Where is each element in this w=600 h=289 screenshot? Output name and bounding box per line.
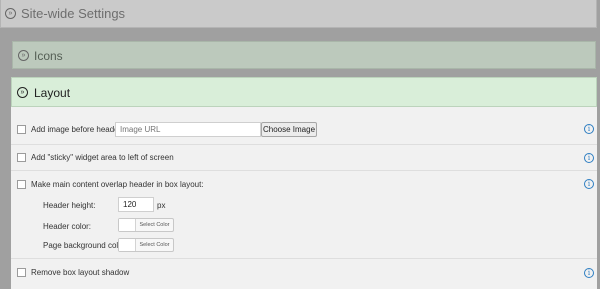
box-shadow-label: Remove box layout shadow bbox=[31, 268, 130, 277]
sticky-widget-checkbox[interactable] bbox=[17, 153, 26, 162]
header-color-picker[interactable]: Select Color bbox=[118, 218, 174, 232]
select-color-button[interactable]: Select Color bbox=[136, 239, 173, 251]
expand-arrow-icon: » bbox=[17, 87, 28, 98]
overlap-header-row: Make main content overlap header in box … bbox=[11, 171, 597, 259]
header-height-input[interactable] bbox=[118, 197, 154, 212]
header-color-label: Header color: bbox=[43, 222, 92, 231]
sticky-widget-label: Add "sticky" widget area to left of scre… bbox=[31, 153, 174, 162]
page-bg-color-label: Page background color: bbox=[43, 241, 128, 250]
image-before-header-checkbox[interactable] bbox=[17, 125, 26, 134]
color-swatch bbox=[119, 219, 136, 231]
image-url-input[interactable] bbox=[115, 122, 261, 137]
layout-section-header[interactable]: » Layout bbox=[11, 77, 597, 107]
header-height-label: Header height: bbox=[43, 201, 96, 210]
info-icon[interactable]: i bbox=[584, 153, 594, 163]
icons-section-header[interactable]: » Icons bbox=[12, 41, 596, 69]
header-height-unit: px bbox=[157, 201, 166, 210]
overlap-header-checkbox[interactable] bbox=[17, 180, 26, 189]
overlap-header-label: Make main content overlap header in box … bbox=[31, 180, 204, 189]
info-icon[interactable]: i bbox=[584, 268, 594, 278]
collapse-arrow-icon: » bbox=[18, 50, 29, 61]
layout-panel: » Layout Add image before header: Choose… bbox=[11, 77, 597, 289]
color-swatch bbox=[119, 239, 136, 251]
box-shadow-row: Remove box layout shadow i bbox=[11, 259, 597, 285]
select-color-button[interactable]: Select Color bbox=[136, 219, 173, 231]
image-before-header-row: Add image before header: Choose Image i bbox=[11, 115, 597, 145]
page-bg-color-picker[interactable]: Select Color bbox=[118, 238, 174, 252]
choose-image-button[interactable]: Choose Image bbox=[261, 122, 317, 137]
site-wide-settings-header[interactable]: » Site-wide Settings bbox=[0, 0, 597, 28]
info-icon[interactable]: i bbox=[584, 179, 594, 189]
collapse-arrow-icon: » bbox=[5, 8, 16, 19]
box-shadow-checkbox[interactable] bbox=[17, 268, 26, 277]
section-title: Site-wide Settings bbox=[21, 6, 126, 21]
sticky-widget-row: Add "sticky" widget area to left of scre… bbox=[11, 145, 597, 171]
section-title: Icons bbox=[34, 49, 63, 63]
image-before-header-label: Add image before header: bbox=[31, 125, 124, 134]
section-title: Layout bbox=[34, 86, 71, 100]
info-icon[interactable]: i bbox=[584, 124, 594, 134]
